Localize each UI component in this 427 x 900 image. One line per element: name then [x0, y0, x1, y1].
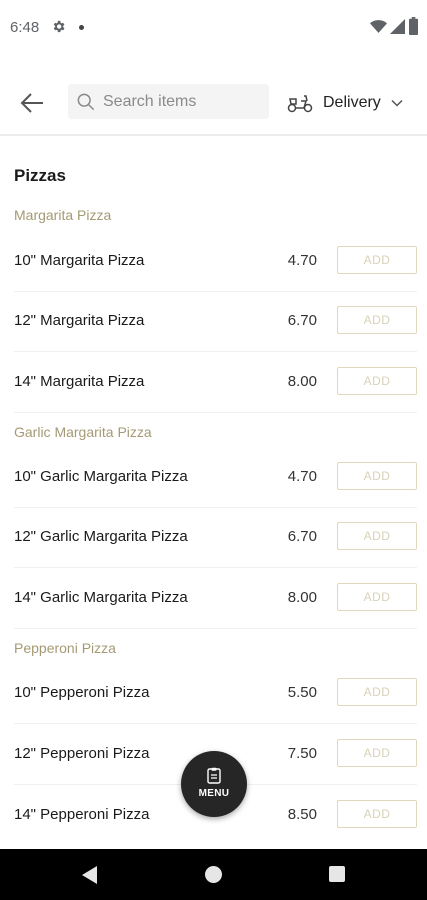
- search-box[interactable]: [68, 84, 269, 119]
- search-icon: [77, 93, 95, 111]
- menu-item-row: 10" Garlic Margarita Pizza 4.70 ADD: [14, 447, 417, 508]
- chevron-down-icon: [391, 99, 403, 107]
- menu-fab-button[interactable]: MENU: [181, 751, 247, 817]
- recents-square-icon[interactable]: [329, 866, 345, 882]
- menu-item-row: 10" Margarita Pizza 4.70 ADD: [14, 231, 417, 292]
- add-button[interactable]: ADD: [337, 367, 417, 395]
- add-button[interactable]: ADD: [337, 800, 417, 828]
- system-nav-bar: [0, 849, 427, 900]
- search-input[interactable]: [103, 84, 263, 119]
- home-circle-icon[interactable]: [205, 866, 222, 883]
- back-triangle-icon[interactable]: [82, 866, 98, 884]
- item-name: 12" Pepperoni Pizza: [14, 745, 150, 762]
- item-price: 6.70: [287, 528, 317, 545]
- item-price: 4.70: [287, 252, 317, 269]
- notification-dot-icon: [79, 25, 84, 30]
- item-name: 14" Garlic Margarita Pizza: [14, 589, 188, 606]
- add-button[interactable]: ADD: [337, 739, 417, 767]
- item-name: 14" Pepperoni Pizza: [14, 806, 150, 823]
- group-title: Garlic Margarita Pizza: [14, 424, 152, 440]
- gear-icon: [53, 20, 65, 33]
- item-name: 10" Pepperoni Pizza: [14, 684, 150, 701]
- item-price: 8.00: [287, 589, 317, 606]
- item-name: 10" Garlic Margarita Pizza: [14, 468, 188, 485]
- menu-item-row: 12" Margarita Pizza 6.70 ADD: [14, 291, 417, 352]
- item-price: 4.70: [287, 468, 317, 485]
- group-title: Margarita Pizza: [14, 207, 112, 223]
- item-price: 6.70: [287, 312, 317, 329]
- status-time: 6:48: [10, 19, 40, 36]
- add-button[interactable]: ADD: [337, 306, 417, 334]
- section-title: Pizzas: [14, 166, 66, 185]
- battery-icon: [409, 17, 418, 35]
- wifi-icon: [370, 20, 387, 33]
- menu-item-row: 14" Garlic Margarita Pizza 8.00 ADD: [14, 568, 417, 629]
- item-price: 8.50: [287, 806, 317, 823]
- item-name: 12" Margarita Pizza: [14, 312, 145, 329]
- add-button[interactable]: ADD: [337, 246, 417, 274]
- add-button[interactable]: ADD: [337, 583, 417, 611]
- item-price: 8.00: [287, 373, 317, 390]
- menu-item-row: 14" Margarita Pizza 8.00 ADD: [14, 352, 417, 413]
- menu-item-row: 12" Garlic Margarita Pizza 6.70 ADD: [14, 507, 417, 568]
- item-price: 5.50: [287, 684, 317, 701]
- item-name: 14" Margarita Pizza: [14, 373, 145, 390]
- add-button[interactable]: ADD: [337, 522, 417, 550]
- scooter-icon: [287, 95, 313, 113]
- add-button[interactable]: ADD: [337, 678, 417, 706]
- group-title: Pepperoni Pizza: [14, 640, 116, 656]
- menu-fab-label: MENU: [198, 788, 230, 799]
- delivery-selector[interactable]: Delivery: [287, 89, 412, 117]
- item-price: 7.50: [287, 745, 317, 762]
- add-button[interactable]: ADD: [337, 462, 417, 490]
- menu-item-row: 10" Pepperoni Pizza 5.50 ADD: [14, 663, 417, 724]
- clipboard-icon: [207, 767, 221, 784]
- item-name: 12" Garlic Margarita Pizza: [14, 528, 188, 545]
- status-bar: 6:48: [0, 0, 427, 56]
- item-name: 10" Margarita Pizza: [14, 252, 145, 269]
- signal-icon: [390, 19, 405, 34]
- back-arrow-icon[interactable]: [18, 89, 46, 117]
- delivery-label: Delivery: [323, 94, 381, 111]
- header-toolbar: Delivery: [0, 76, 427, 136]
